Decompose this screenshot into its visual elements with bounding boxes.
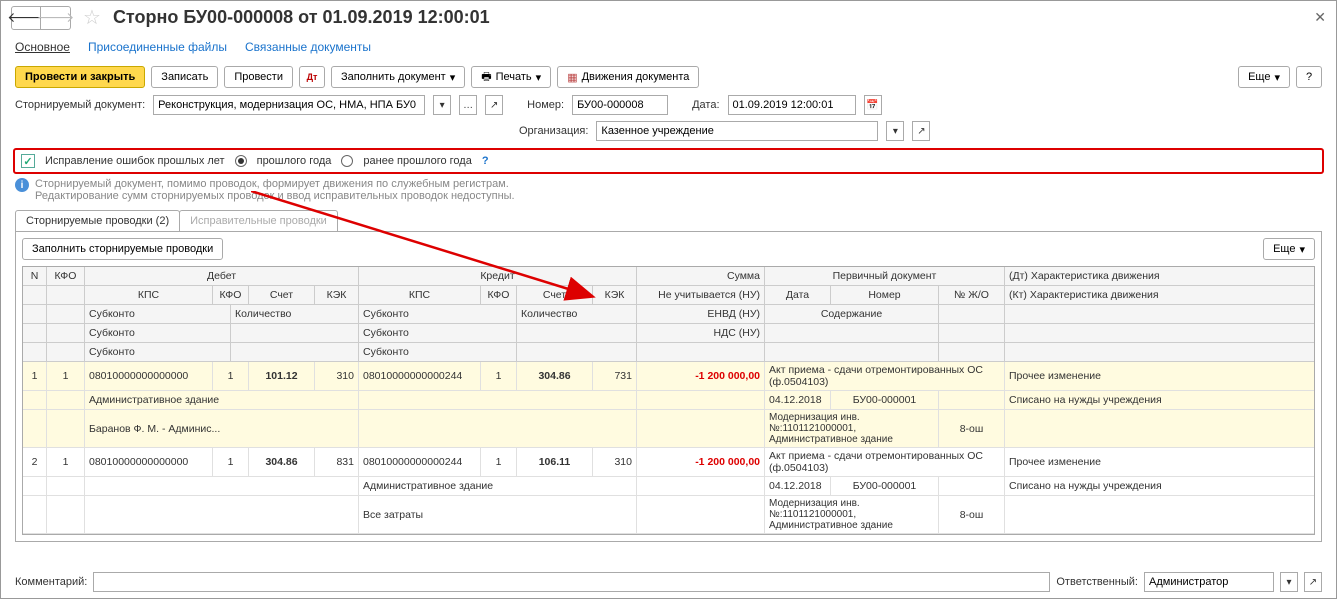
number-input[interactable] bbox=[572, 95, 668, 115]
print-button[interactable]: 🖶 Печать ▾ bbox=[471, 66, 551, 88]
info-text-2: Редактирование сумм сторнируемых проводо… bbox=[35, 190, 515, 202]
nav-forward-button[interactable]: 🡒 bbox=[41, 6, 71, 30]
tab-main[interactable]: Основное bbox=[15, 40, 70, 54]
open-icon[interactable]: ↗ bbox=[485, 95, 503, 115]
help-button[interactable]: ? bbox=[1296, 66, 1322, 88]
chevron-down-icon: ▾ bbox=[536, 71, 542, 84]
printer-icon: 🖶 bbox=[481, 68, 491, 87]
responsible-label: Ответственный: bbox=[1056, 576, 1138, 588]
corrections-checkbox[interactable]: ✓ bbox=[21, 154, 35, 168]
close-icon[interactable]: ✕ bbox=[1314, 9, 1326, 26]
date-label: Дата: bbox=[692, 99, 719, 111]
dropdown-icon[interactable]: ▾ bbox=[1280, 572, 1298, 592]
dropdown-icon[interactable]: ▾ bbox=[886, 121, 904, 141]
org-input[interactable] bbox=[596, 121, 878, 141]
corrections-label: Исправление ошибок прошлых лет bbox=[45, 155, 225, 167]
tab-correction-entries[interactable]: Исправительные проводки bbox=[179, 210, 338, 231]
grid-more-button[interactable]: Еще ▾ bbox=[1263, 238, 1315, 260]
table-row[interactable]: 2 1 08010000000000000 1 304.86 831 08010… bbox=[23, 448, 1314, 477]
post-and-close-button[interactable]: Провести и закрыть bbox=[15, 66, 145, 88]
dropdown-icon[interactable]: ▾ bbox=[433, 95, 451, 115]
info-text-1: Сторнируемый документ, помимо проводок, … bbox=[35, 178, 515, 190]
ellipsis-icon[interactable]: … bbox=[459, 95, 477, 115]
open-icon[interactable]: ↗ bbox=[912, 121, 930, 141]
report-icon: ▦ bbox=[567, 71, 577, 84]
page-title: Сторно БУ00-000008 от 01.09.2019 12:00:0… bbox=[113, 7, 490, 28]
col-char-dt: (Дт) Характеристика движения bbox=[1005, 267, 1314, 285]
tab-attached-files[interactable]: Присоединенные файлы bbox=[88, 40, 227, 54]
table-row[interactable]: Баранов Ф. М. - Админис... Модернизация … bbox=[23, 410, 1314, 448]
more-button[interactable]: Еще ▾ bbox=[1238, 66, 1290, 88]
org-label: Организация: bbox=[519, 125, 588, 137]
radio-last-year[interactable] bbox=[235, 155, 247, 167]
fill-document-button[interactable]: Заполнить документ ▾ bbox=[331, 66, 465, 88]
col-credit: Кредит bbox=[359, 267, 637, 285]
col-debit: Дебет bbox=[85, 267, 359, 285]
table-row[interactable]: Все затраты Модернизация инв. №:11011210… bbox=[23, 496, 1314, 534]
storn-doc-input[interactable] bbox=[153, 95, 425, 115]
table-row[interactable]: 1 1 08010000000000000 1 101.12 310 08010… bbox=[23, 362, 1314, 391]
calendar-icon[interactable]: 📅 bbox=[864, 95, 882, 115]
tab-storn-entries[interactable]: Сторнируемые проводки (2) bbox=[15, 210, 180, 231]
corrections-panel: ✓ Исправление ошибок прошлых лет прошлог… bbox=[13, 148, 1324, 174]
col-sum: Сумма bbox=[637, 267, 765, 285]
table-row[interactable]: Административное здание 04.12.2018 БУ00-… bbox=[23, 391, 1314, 410]
comment-label: Комментарий: bbox=[15, 576, 87, 588]
dt-kt-icon-button[interactable]: Дт bbox=[299, 66, 325, 88]
storn-doc-label: Сторнируемый документ: bbox=[15, 99, 145, 111]
table-row[interactable]: Административное здание 04.12.2018 БУ00-… bbox=[23, 477, 1314, 496]
responsible-input[interactable] bbox=[1144, 572, 1274, 592]
open-icon[interactable]: ↗ bbox=[1304, 572, 1322, 592]
post-button[interactable]: Провести bbox=[224, 66, 293, 88]
fill-storn-entries-button[interactable]: Заполнить сторнируемые проводки bbox=[22, 238, 223, 260]
chevron-down-icon: ▾ bbox=[450, 71, 456, 84]
favorite-star-icon[interactable]: ☆ bbox=[83, 5, 101, 30]
number-label: Номер: bbox=[527, 99, 564, 111]
movements-button[interactable]: ▦ Движения документа bbox=[557, 66, 699, 88]
help-icon[interactable]: ? bbox=[482, 155, 489, 167]
date-input[interactable] bbox=[728, 95, 856, 115]
entries-grid: N КФО Дебет Кредит Сумма Первичный докум… bbox=[22, 266, 1315, 535]
radio-earlier-year[interactable] bbox=[341, 155, 353, 167]
col-primary-doc: Первичный документ bbox=[765, 267, 1005, 285]
col-n: N bbox=[23, 267, 47, 285]
chevron-down-icon: ▾ bbox=[1274, 71, 1280, 84]
save-button[interactable]: Записать bbox=[151, 66, 218, 88]
info-icon: i bbox=[15, 178, 29, 192]
chevron-down-icon: ▾ bbox=[1299, 243, 1305, 256]
comment-input[interactable] bbox=[93, 572, 1050, 592]
tab-linked-docs[interactable]: Связанные документы bbox=[245, 40, 371, 54]
col-kfo: КФО bbox=[47, 267, 85, 285]
